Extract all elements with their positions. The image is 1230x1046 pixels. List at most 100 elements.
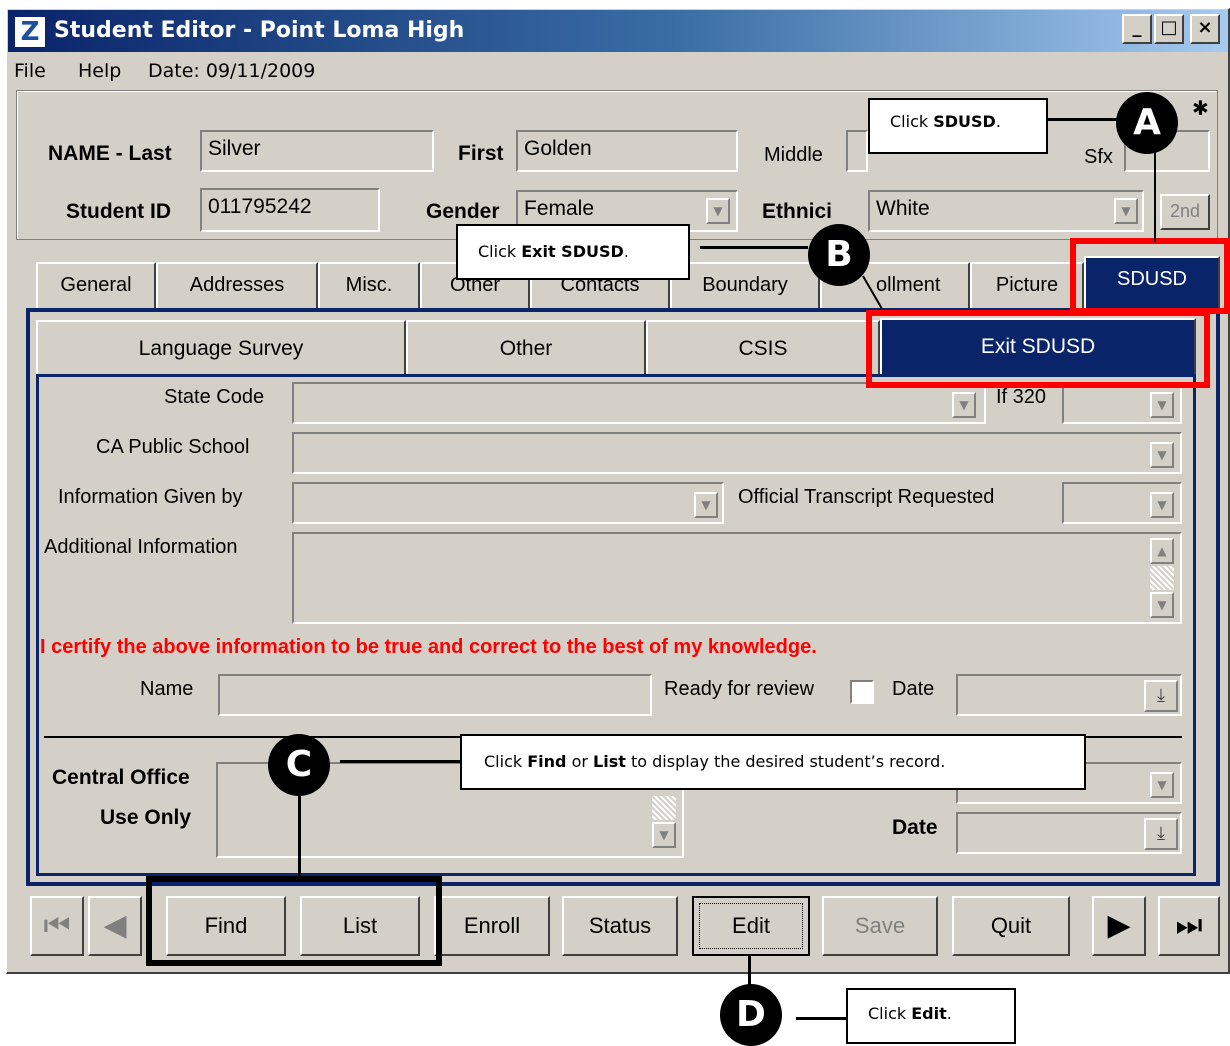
enroll-button[interactable]: Enroll (434, 896, 550, 956)
subtab-other[interactable]: Other (406, 320, 646, 376)
calendar-dropdown-icon[interactable]: ⤓ (1144, 818, 1178, 850)
scrollbar-track[interactable] (1150, 566, 1174, 590)
date-label: Date (892, 678, 935, 700)
callout-d-bold: Edit (911, 1004, 947, 1023)
callout-b-bold: Exit SDUSD (521, 242, 624, 261)
last-record-icon[interactable]: ⏭ (1158, 896, 1220, 956)
callout-line-a-h (1046, 118, 1118, 121)
tab-boundary[interactable]: Boundary (670, 262, 820, 308)
callout-line-b-h (700, 246, 808, 249)
callout-line-a (1154, 150, 1156, 242)
chevron-down-icon[interactable]: ▼ (1150, 492, 1174, 518)
edit-button[interactable]: Edit (692, 896, 810, 956)
marker-d: D (720, 984, 782, 1046)
scroll-down-icon[interactable]: ▼ (1150, 592, 1174, 618)
chevron-down-icon[interactable]: ▼ (1150, 392, 1174, 418)
marker-b: B (808, 224, 870, 286)
first-record-icon[interactable]: ⏮ (30, 896, 84, 956)
first-name-label: First (458, 142, 504, 165)
callout-a-text: Click (890, 112, 934, 131)
last-name-field[interactable]: Silver (200, 130, 434, 172)
callout-a-bold: SDUSD (933, 112, 996, 131)
ready-review-checkbox[interactable] (850, 680, 874, 704)
close-button[interactable]: × (1190, 14, 1220, 44)
tab-addresses[interactable]: Addresses (156, 262, 318, 308)
menu-date: Date: 09/11/2009 (148, 60, 316, 82)
callout-c-or: or (566, 752, 594, 771)
student-id-label: Student ID (66, 200, 171, 223)
callout-c-end: to display the desired student’s record. (625, 752, 946, 771)
chevron-down-icon[interactable]: ▼ (694, 492, 718, 518)
callout-a-end: . (995, 112, 1001, 131)
save-button[interactable]: Save (822, 896, 938, 956)
sdusd-tab-highlight (1070, 238, 1230, 314)
use-only-label: Use Only (100, 806, 192, 829)
callout-d-text: Click (868, 1004, 912, 1023)
callout-line-d-h (796, 1017, 846, 1020)
first-name-field[interactable]: Golden (516, 130, 738, 172)
chevron-down-icon[interactable]: ▼ (1114, 198, 1138, 224)
pin-icon[interactable]: ✱ (1192, 96, 1209, 120)
menu-help[interactable]: Help (78, 60, 121, 82)
callout-b-text: Click (478, 242, 522, 261)
next-record-icon[interactable]: ▶ (1092, 896, 1146, 956)
chevron-down-icon[interactable]: ▼ (952, 392, 976, 418)
callout-c: Click Find or List to display the desire… (460, 734, 1086, 790)
scroll-down-icon[interactable]: ▼ (652, 822, 676, 848)
callout-c-text: Click (484, 752, 528, 771)
callout-d: Click Edit. (846, 988, 1016, 1044)
ethnicity-label: Ethnici (762, 200, 833, 223)
middle-name-field[interactable] (846, 130, 868, 172)
menu-file[interactable]: File (14, 60, 46, 82)
name-label: Name (140, 678, 194, 700)
chevron-down-icon[interactable]: ▼ (1150, 442, 1174, 468)
quit-button[interactable]: Quit (952, 896, 1070, 956)
additional-info-textarea[interactable] (292, 532, 1182, 624)
gender-label: Gender (426, 200, 500, 223)
certify-statement: I certify the above information to be tr… (40, 636, 817, 658)
subtab-language-survey[interactable]: Language Survey (36, 320, 406, 376)
tab-general[interactable]: General (36, 262, 156, 308)
chevron-down-icon[interactable]: ▼ (1150, 772, 1174, 798)
official-transcript-label: Official Transcript Requested (738, 486, 995, 508)
information-given-select[interactable] (292, 482, 724, 524)
ready-review-label: Ready for review (664, 678, 815, 700)
central-office-label: Central Office (52, 766, 190, 789)
marker-c: C (268, 734, 330, 796)
callout-c-bold-find: Find (527, 752, 567, 771)
previous-record-icon[interactable]: ◀ (88, 896, 142, 956)
chevron-down-icon[interactable]: ▼ (706, 198, 730, 224)
name-last-label: NAME - Last (48, 142, 172, 165)
maximize-button[interactable]: □ (1154, 14, 1184, 44)
window-title: Student Editor - Point Loma High (54, 18, 465, 43)
callout-d-end: . (946, 1004, 952, 1023)
ca-public-school-select[interactable] (292, 432, 1182, 474)
app-icon: Z (14, 16, 46, 48)
marker-a: A (1116, 92, 1178, 154)
find-list-highlight (146, 876, 442, 966)
callout-line-c (298, 796, 301, 882)
calendar-dropdown-icon[interactable]: ⤓ (1144, 680, 1178, 712)
if-320-label: If 320 (996, 386, 1047, 408)
tab-misc[interactable]: Misc. (318, 262, 420, 308)
scroll-up-icon[interactable]: ▲ (1150, 538, 1174, 564)
date-label-2: Date (892, 816, 938, 839)
callout-c-bold-list: List (593, 752, 626, 771)
suffix-label: Sfx (1084, 146, 1113, 168)
status-button[interactable]: Status (562, 896, 678, 956)
ca-public-school-label: CA Public School (96, 436, 250, 458)
ethnicity-select[interactable]: White (868, 190, 1144, 232)
student-id-field[interactable]: 011795242 (200, 188, 380, 232)
tab-picture[interactable]: Picture (970, 262, 1084, 308)
second-ethnicity-button[interactable]: 2nd (1160, 194, 1210, 230)
scrollbar-track[interactable] (652, 796, 676, 820)
exit-sdusd-highlight (866, 310, 1210, 388)
callout-a: Click SDUSD. (868, 98, 1048, 154)
name-field[interactable] (218, 674, 652, 716)
additional-info-label: Additional Information (44, 536, 238, 558)
information-given-label: Information Given by (58, 486, 243, 508)
subtab-csis[interactable]: CSIS (646, 320, 880, 376)
state-code-select[interactable] (292, 382, 986, 424)
minimize-button[interactable]: _ (1122, 14, 1152, 44)
callout-line-c-h (340, 760, 462, 763)
